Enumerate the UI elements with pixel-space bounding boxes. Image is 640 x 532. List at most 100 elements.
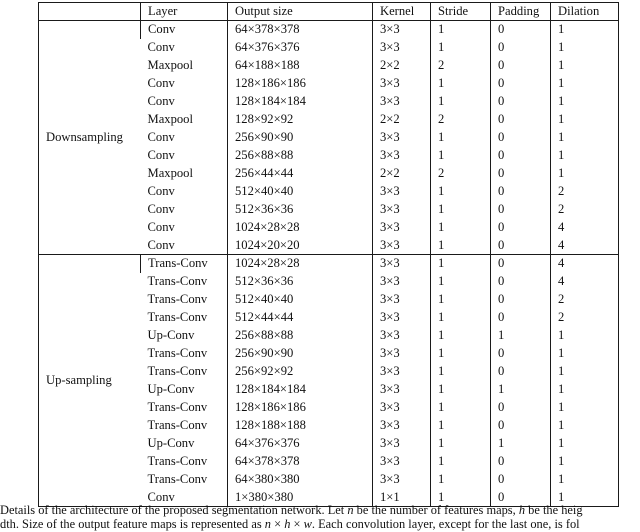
cell-padding: 0 (490, 74, 551, 93)
cell-kernel: 3×3 (372, 38, 431, 57)
cell-layer: Trans-Conv (147, 346, 208, 361)
cell-dilation: 1 (550, 362, 619, 381)
cell-output: 64×376×376 (227, 38, 373, 57)
cell-output: 512×44×44 (227, 308, 373, 327)
cell-stride: 1 (430, 218, 491, 237)
cell-layer: Trans-Conv (147, 472, 208, 487)
page-root: Layer Output size Kernel Stride Padding … (0, 0, 640, 531)
column-header-padding: Padding (490, 2, 551, 21)
cell-stride: 1 (430, 254, 491, 273)
cell-output: 1024×20×20 (227, 236, 373, 255)
cell-padding: 0 (490, 146, 551, 165)
cell-stride: 1 (430, 200, 491, 219)
cell-kernel: 3×3 (372, 398, 431, 417)
cell-kernel: 3×3 (372, 218, 431, 237)
caption-line-1: Details of the architecture of the propo… (0, 504, 583, 517)
cell-output: 64×376×376 (227, 434, 373, 453)
cell-padding: 0 (490, 290, 551, 309)
cell-padding: 0 (490, 236, 551, 255)
cell-padding: 1 (490, 380, 551, 399)
cell-output: 128×92×92 (227, 110, 373, 129)
table-row: Up-sampling Trans-Conv 1024×28×28 3×3 1 0 4 (38, 254, 619, 507)
cell-output: 512×40×40 (227, 290, 373, 309)
cell-dilation: 2 (550, 182, 619, 201)
cell-output: 128×184×184 (227, 380, 373, 399)
cell-dilation: 1 (550, 452, 619, 471)
cell-layer: Trans-Conv (147, 274, 208, 289)
cell-dilation: 1 (550, 398, 619, 417)
cell-padding: 0 (490, 182, 551, 201)
cell-padding: 0 (490, 470, 551, 489)
cell-layer: Trans-Conv (147, 292, 208, 307)
cell-layer: Trans-Conv (147, 418, 208, 433)
cell-stride: 1 (430, 470, 491, 489)
cell-stride: 1 (430, 272, 491, 291)
cell-output: 1024×28×28 (227, 254, 373, 273)
figure-caption: Details of the architecture of the propo… (0, 504, 640, 532)
cell-dilation: 1 (550, 344, 619, 363)
cell-kernel: 3×3 (372, 470, 431, 489)
cell-dilation: 1 (550, 164, 619, 183)
cell-stride: 1 (430, 344, 491, 363)
cell-padding: 0 (490, 164, 551, 183)
cell-padding: 0 (490, 92, 551, 111)
cell-dilation: 2 (550, 308, 619, 327)
cell-dilation: 1 (550, 128, 619, 147)
cell-dilation: 1 (550, 92, 619, 111)
cell-kernel: 2×2 (372, 110, 431, 129)
cell-output: 128×188×188 (227, 416, 373, 435)
cell-layer: Up-Conv (147, 436, 195, 451)
cell-kernel: 3×3 (372, 128, 431, 147)
cell-padding: 0 (490, 200, 551, 219)
table-header-row: Layer Output size Kernel Stride Padding … (38, 2, 619, 21)
cell-layer: Trans-Conv (147, 454, 208, 469)
column-header-section (38, 2, 141, 21)
cell-kernel: 3×3 (372, 254, 431, 273)
cell-output: 128×186×186 (227, 398, 373, 417)
cell-output: 256×88×88 (227, 146, 373, 165)
cell-stride: 1 (430, 398, 491, 417)
cell-output: 64×188×188 (227, 56, 373, 75)
cell-stride: 1 (430, 128, 491, 147)
cell-kernel: 3×3 (372, 434, 431, 453)
cell-padding: 1 (490, 434, 551, 453)
column-header-dilation: Dilation (550, 2, 619, 21)
cell-kernel: 3×3 (372, 92, 431, 111)
cell-stride: 1 (430, 236, 491, 255)
cell-kernel: 3×3 (372, 362, 431, 381)
table-body: Downsampling Conv 64×378×378 3×3 1 0 1 Conv 64×3… (38, 20, 619, 507)
cell-kernel: 3×3 (372, 20, 431, 39)
cell-layer: Conv (147, 220, 175, 235)
cell-dilation: 4 (550, 236, 619, 255)
caption-line-2: dth. Size of the output feature maps is … (0, 516, 580, 531)
cell-layer: Conv (147, 237, 175, 252)
architecture-table: Layer Output size Kernel Stride Padding … (38, 2, 619, 507)
cell-dilation: 1 (550, 146, 619, 165)
cell-stride: 1 (430, 92, 491, 111)
cell-layer: Up-Conv (147, 328, 195, 343)
cell-stride: 1 (430, 182, 491, 201)
cell-padding: 0 (490, 110, 551, 129)
cell-stride: 1 (430, 146, 491, 165)
column-header-output-size: Output size (227, 2, 373, 21)
cell-padding: 0 (490, 20, 551, 39)
section-label-up-sampling: Up-sampling (38, 254, 141, 507)
cell-stride: 1 (430, 452, 491, 471)
cell-layer: Maxpool (147, 112, 193, 127)
cell-dilation: 1 (550, 326, 619, 345)
cell-kernel: 3×3 (372, 452, 431, 471)
table-row: Downsampling Conv 64×378×378 3×3 1 0 1 (39, 20, 619, 144)
cell-dilation: 1 (550, 56, 619, 75)
cell-padding: 0 (490, 38, 551, 57)
cell-layer: Up-Conv (147, 382, 195, 397)
cell-dilation: 1 (550, 470, 619, 489)
column-header-layer: Layer (140, 2, 228, 21)
cell-kernel: 2×2 (372, 56, 431, 75)
cell-layer: Maxpool (147, 58, 193, 73)
cell-layer: Conv (147, 148, 175, 163)
cell-stride: 2 (430, 110, 491, 129)
cell-padding: 0 (490, 254, 551, 273)
cell-layer: Conv (140, 20, 228, 39)
cell-output: 512×36×36 (227, 200, 373, 219)
cell-layer: Maxpool (147, 166, 193, 181)
